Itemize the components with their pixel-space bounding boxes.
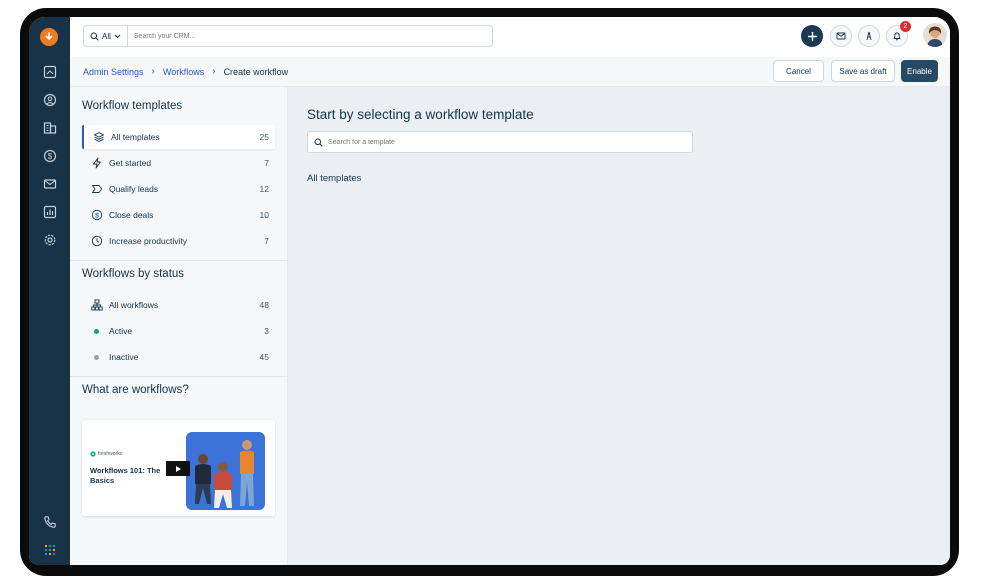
status-filter-count: 45 xyxy=(259,352,269,362)
global-search: All xyxy=(83,25,493,47)
settings-gear-icon[interactable] xyxy=(41,231,58,248)
status-filter-count: 3 xyxy=(264,326,269,336)
search-icon xyxy=(314,138,323,147)
chevron-right-icon: › xyxy=(212,66,216,77)
template-filter-label: All templates xyxy=(111,132,160,142)
reports-icon[interactable] xyxy=(41,203,58,220)
cancel-button[interactable]: Cancel xyxy=(773,60,824,82)
workflows-101-video-card[interactable]: freshworks Workflows 101: The Basics xyxy=(82,420,275,516)
status-filter-active[interactable]: Active 3 xyxy=(82,319,275,343)
top-bar: All 2 xyxy=(70,17,950,57)
layers-icon xyxy=(92,131,105,144)
template-search xyxy=(307,131,693,153)
freddy-ai-icon xyxy=(866,31,872,41)
mail-icon xyxy=(836,32,846,40)
workflow-tree-icon xyxy=(90,299,103,312)
freddy-ai-button[interactable] xyxy=(858,25,880,47)
search-input[interactable] xyxy=(127,26,492,46)
notification-count-badge: 2 xyxy=(900,21,911,32)
template-filter-count: 25 xyxy=(259,132,269,142)
status-filter-label: Inactive xyxy=(109,352,139,362)
breadcrumb: Admin Settings › Workflows › Create work… xyxy=(83,66,288,77)
dashboard-icon[interactable] xyxy=(41,63,58,80)
template-filter-label: Increase productivity xyxy=(109,236,187,246)
app-screen: $ All Search your CRM... 2 Admin Setting… xyxy=(29,17,950,565)
page-title: Start by selecting a workflow template xyxy=(307,107,534,122)
main-content: Start by selecting a workflow template A… xyxy=(288,87,950,565)
freshworks-logo: freshworks xyxy=(90,451,122,457)
template-filter-label: Close deals xyxy=(109,210,154,220)
user-avatar[interactable] xyxy=(923,23,947,47)
bolt-icon xyxy=(90,157,103,170)
bell-icon xyxy=(893,32,901,41)
search-scope-dropdown[interactable]: All xyxy=(84,26,128,46)
left-nav-rail: $ xyxy=(29,17,70,565)
template-search-input[interactable] xyxy=(328,138,668,146)
template-filter-close-deals[interactable]: $ Close deals 10 xyxy=(82,203,275,227)
template-filter-label: Get started xyxy=(109,158,152,168)
breadcrumb-admin-settings[interactable]: Admin Settings xyxy=(83,67,144,77)
template-filter-label: Qualify leads xyxy=(109,184,159,194)
templates-sidebar: Workflow templates All templates 25 Get … xyxy=(70,87,288,565)
accounts-building-icon[interactable] xyxy=(41,119,58,136)
mail-icon[interactable] xyxy=(41,175,58,192)
page-header-bar: Admin Settings › Workflows › Create work… xyxy=(70,57,950,87)
what-are-workflows-heading: What are workflows? xyxy=(82,384,189,396)
search-scope-label: All xyxy=(102,31,111,41)
video-thumbnail-image xyxy=(186,432,265,510)
workflows-by-status-heading: Workflows by status xyxy=(82,268,185,280)
breadcrumb-workflows[interactable]: Workflows xyxy=(163,67,204,77)
contacts-icon[interactable] xyxy=(41,91,58,108)
play-icon xyxy=(176,465,181,472)
all-templates-section-label: All templates xyxy=(307,173,362,184)
breadcrumb-current: Create workflow xyxy=(223,66,289,77)
tag-icon xyxy=(90,183,103,196)
notifications-button[interactable]: 2 xyxy=(886,21,911,47)
svg-text:$: $ xyxy=(95,212,99,219)
save-as-draft-button[interactable]: Save as draft xyxy=(831,60,895,82)
template-filter-count: 12 xyxy=(259,184,269,194)
dollar-icon: $ xyxy=(90,209,103,222)
plus-icon xyxy=(807,31,817,41)
enable-button[interactable]: Enable xyxy=(901,60,938,82)
status-filter-label: Active xyxy=(109,326,133,336)
video-title: Workflows 101: The Basics xyxy=(90,466,161,485)
section-divider xyxy=(70,376,288,377)
freshworks-flower-icon xyxy=(90,451,96,457)
svg-text:$: $ xyxy=(47,151,52,160)
template-filter-count: 7 xyxy=(264,158,269,168)
status-filter-count: 48 xyxy=(259,300,269,310)
template-filter-count: 10 xyxy=(259,210,269,220)
quick-add-button[interactable] xyxy=(801,25,823,47)
clock-icon xyxy=(90,235,103,248)
apps-grid-icon[interactable] xyxy=(41,541,58,558)
status-filter-inactive[interactable]: Inactive 45 xyxy=(82,345,275,369)
template-filter-all[interactable]: All templates 25 xyxy=(82,125,275,149)
freshworks-brand-text: freshworks xyxy=(98,451,123,457)
inbox-button[interactable] xyxy=(830,25,852,47)
chevron-down-icon xyxy=(114,34,121,38)
status-dot-icon xyxy=(90,325,103,338)
chevron-right-icon: › xyxy=(151,66,155,77)
status-filter-label: All workflows xyxy=(109,300,159,310)
status-filter-all-workflows[interactable]: All workflows 48 xyxy=(82,293,275,317)
active-dot-icon xyxy=(94,328,99,334)
template-filter-qualify-leads[interactable]: Qualify leads 12 xyxy=(82,177,275,201)
freshsales-logo-icon[interactable] xyxy=(40,28,58,46)
template-filter-increase-productivity[interactable]: Increase productivity 7 xyxy=(82,229,275,253)
play-video-button[interactable] xyxy=(166,461,190,476)
phone-icon[interactable] xyxy=(41,513,58,530)
template-filter-count: 7 xyxy=(264,236,269,246)
status-dot-icon xyxy=(90,351,103,364)
inactive-dot-icon xyxy=(94,354,99,360)
search-icon xyxy=(90,32,99,41)
template-filter-get-started[interactable]: Get started 7 xyxy=(82,151,275,175)
workflow-templates-heading: Workflow templates xyxy=(82,100,183,112)
section-divider xyxy=(70,260,288,261)
deals-dollar-icon[interactable]: $ xyxy=(41,147,58,164)
